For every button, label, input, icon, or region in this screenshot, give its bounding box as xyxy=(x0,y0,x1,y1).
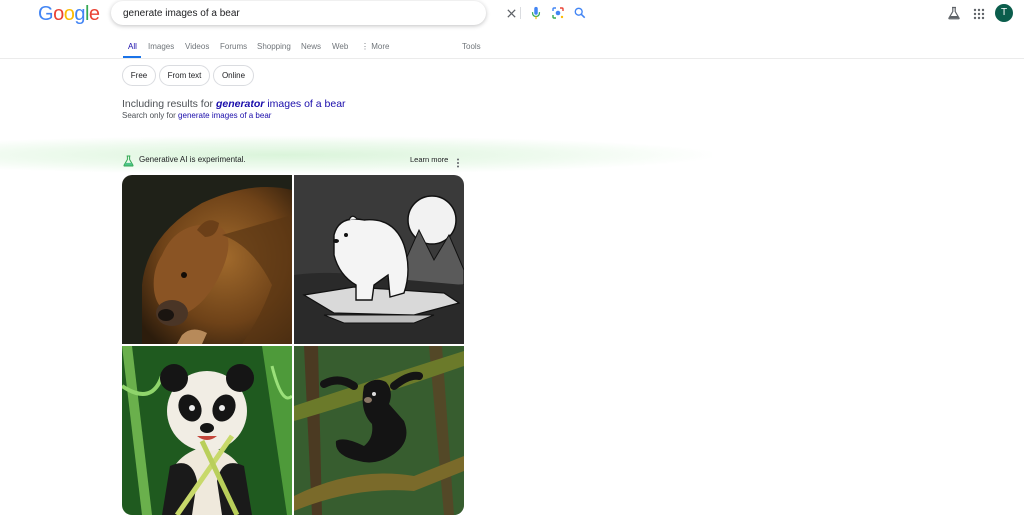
more-kebab-icon: ⋮ xyxy=(361,42,372,51)
search-divider xyxy=(520,7,521,19)
header: Google generate images of a bear T xyxy=(0,0,1024,30)
apps-grid-icon[interactable] xyxy=(973,7,985,20)
original-query-link[interactable]: generate images of a bear xyxy=(178,111,271,120)
search-icon[interactable] xyxy=(573,6,587,20)
search-only-prefix: Search only for xyxy=(122,111,176,120)
mic-icon[interactable] xyxy=(529,6,543,20)
more-options-icon[interactable] xyxy=(456,155,460,168)
tab-forums[interactable]: Forums xyxy=(220,42,247,51)
ai-image-grid xyxy=(122,175,464,515)
avatar[interactable]: T xyxy=(995,4,1013,22)
lens-icon[interactable] xyxy=(551,6,565,20)
logo-letter: e xyxy=(88,3,100,25)
active-tab-indicator xyxy=(123,56,141,58)
corrected-rest: images of a bear xyxy=(267,98,346,110)
ai-notice-text: Generative AI is experimental. xyxy=(139,155,246,164)
logo-letter: G xyxy=(38,3,54,25)
tab-more-label: More xyxy=(371,42,390,51)
google-logo[interactable]: Google xyxy=(38,3,100,25)
search-instead: Search only for generate images of a bea… xyxy=(122,111,271,120)
corrected-query-link[interactable]: generator images of a bear xyxy=(216,98,346,110)
ai-image-grizzly-bear[interactable] xyxy=(122,175,292,344)
chip-free[interactable]: Free xyxy=(122,65,156,86)
ai-image-panda[interactable] xyxy=(122,346,292,515)
close-icon[interactable] xyxy=(504,6,518,20)
learn-more-link[interactable]: Learn more xyxy=(410,155,448,164)
tab-videos[interactable]: Videos xyxy=(185,42,209,51)
spelling-correction: Including results for generator images o… xyxy=(122,98,346,110)
ai-notice-row: Generative AI is experimental. Learn mor… xyxy=(123,154,466,168)
chip-from-text[interactable]: From text xyxy=(159,65,210,86)
tab-all[interactable]: All xyxy=(128,42,137,51)
logo-letter: o xyxy=(63,3,75,25)
flask-icon[interactable] xyxy=(947,6,961,20)
search-box xyxy=(111,1,586,25)
tab-shopping[interactable]: Shopping xyxy=(257,42,291,51)
logo-letter: g xyxy=(74,3,85,25)
corrected-word: generator xyxy=(215,98,265,110)
tab-more[interactable]: ⋮ More xyxy=(361,42,389,51)
ai-flask-icon xyxy=(123,154,134,167)
including-prefix: Including results for xyxy=(122,98,214,110)
tab-news[interactable]: News xyxy=(301,42,321,51)
ai-image-black-bear[interactable] xyxy=(294,346,464,515)
search-input[interactable] xyxy=(123,6,383,20)
tools-button[interactable]: Tools xyxy=(462,42,481,51)
chip-online[interactable]: Online xyxy=(213,65,254,86)
ai-image-polar-bear[interactable] xyxy=(294,175,464,344)
search-tabs: All Images Videos Forums Shopping News W… xyxy=(0,38,1024,59)
tab-images[interactable]: Images xyxy=(148,42,174,51)
logo-letter: o xyxy=(53,3,64,25)
tab-web[interactable]: Web xyxy=(332,42,348,51)
